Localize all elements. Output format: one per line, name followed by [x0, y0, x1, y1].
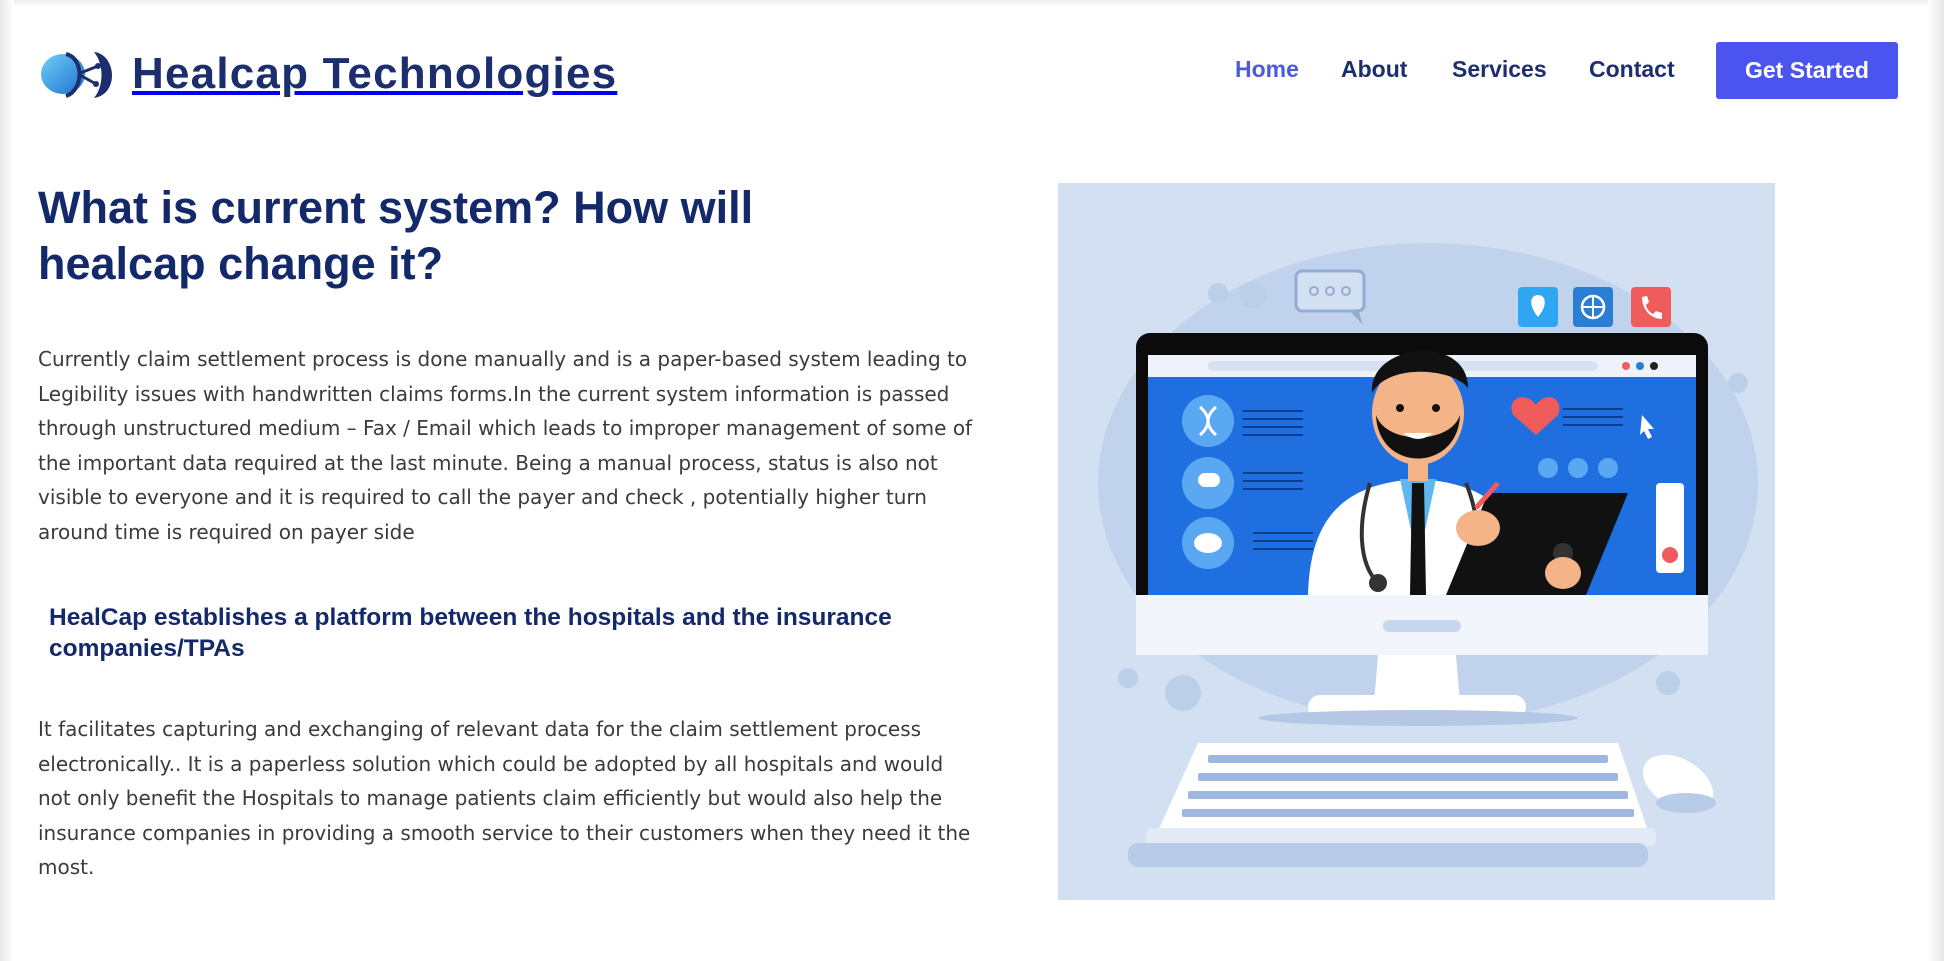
brand-logo-link[interactable]: Healcap Technologies — [38, 44, 617, 104]
nav-services-link[interactable]: Services — [1452, 56, 1547, 83]
brand-name: Healcap Technologies — [132, 49, 618, 98]
nav-contact-link[interactable]: Contact — [1589, 56, 1675, 83]
body-paragraph: It facilitates capturing and exchanging … — [38, 717, 971, 879]
intro-paragraph: Currently claim settlement process is do… — [38, 347, 973, 544]
get-started-button[interactable]: Get Started — [1716, 42, 1898, 99]
doctor-on-computer-illustration — [1058, 183, 1775, 900]
page-edge — [1928, 0, 1944, 961]
nav-home-link[interactable]: Home — [1235, 56, 1299, 83]
nav-about-link[interactable]: About — [1341, 56, 1407, 83]
page-edge — [0, 0, 14, 961]
globe-logo-icon — [41, 52, 113, 98]
section-subheading: HealCap establishes a platform between t… — [49, 604, 892, 662]
page-title: What is current system? How will healcap… — [38, 182, 754, 289]
page-edge — [0, 0, 1944, 6]
